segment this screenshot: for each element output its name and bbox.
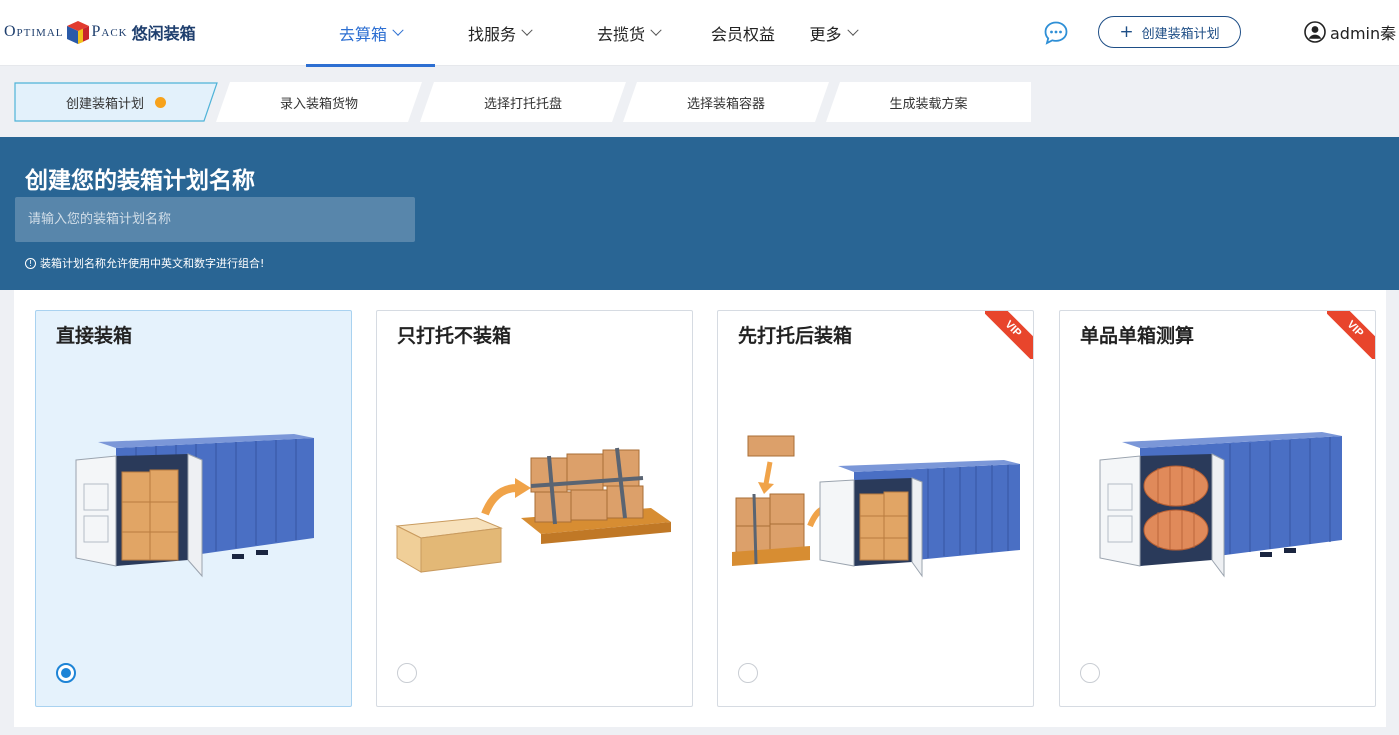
plan-name-banner: 创建您的装箱计划名称 ! 装箱计划名称允许使用中英文和数字进行组合! bbox=[0, 137, 1399, 290]
container-with-rolls-icon bbox=[1099, 432, 1342, 578]
mode-card-pallet-only[interactable]: 只打托不装箱 bbox=[376, 310, 693, 707]
nav-item-cargo[interactable]: 去揽货 bbox=[564, 0, 693, 66]
nav-item-label: 更多 bbox=[809, 25, 842, 44]
card-title: 直接装箱 bbox=[56, 325, 133, 347]
step-choose-pallet[interactable]: 选择打托托盘 bbox=[420, 82, 626, 122]
step-label: 生成装载方案 bbox=[889, 96, 968, 112]
user-menu[interactable]: admin秦 bbox=[1304, 20, 1396, 44]
step-label: 选择装箱容器 bbox=[686, 96, 765, 112]
hint-text: 装箱计划名称允许使用中英文和数字进行组合! bbox=[40, 257, 265, 270]
step-enter-cargo[interactable]: 录入装箱货物 bbox=[216, 82, 422, 122]
nav-item-label: 会员权益 bbox=[710, 25, 775, 44]
chevron-down-icon bbox=[392, 24, 404, 36]
step-label: 录入装箱货物 bbox=[279, 96, 358, 112]
step-create-plan[interactable]: 创建装箱计划 bbox=[14, 82, 218, 122]
card-radio[interactable] bbox=[1080, 663, 1100, 683]
step-choose-container[interactable]: 选择装箱容器 bbox=[623, 82, 829, 122]
plan-name-input[interactable] bbox=[15, 197, 415, 242]
pallet-to-container-icon bbox=[732, 435, 1020, 578]
card-radio[interactable] bbox=[56, 663, 76, 683]
mode-card-pallet-then-container[interactable]: 先打托后装箱 VIP bbox=[717, 310, 1034, 707]
mode-card-single-item[interactable]: 单品单箱测算 VIP bbox=[1059, 310, 1376, 707]
vip-ribbon: VIP bbox=[1327, 311, 1375, 359]
current-step-dot bbox=[155, 96, 166, 108]
card-radio[interactable] bbox=[738, 663, 758, 683]
nav-item-label: 去算箱 bbox=[338, 25, 387, 44]
chat-bubble-icon[interactable] bbox=[1043, 20, 1069, 46]
container-with-boxes-icon bbox=[75, 434, 314, 578]
box-to-pallet-icon bbox=[395, 447, 671, 573]
logo-word-pack: Pack bbox=[91, 23, 128, 40]
info-icon: ! bbox=[25, 257, 36, 269]
logo-word-optimal: Optimal bbox=[4, 23, 64, 40]
logo-chinese-name: 悠闲装箱 bbox=[131, 24, 196, 43]
plan-name-hint: ! 装箱计划名称允许使用中英文和数字进行组合! bbox=[25, 255, 264, 271]
vip-ribbon: VIP bbox=[985, 311, 1033, 359]
step-label: 选择打托托盘 bbox=[483, 96, 562, 112]
nav-item-label: 去揽货 bbox=[596, 25, 645, 44]
banner-title: 创建您的装箱计划名称 bbox=[25, 168, 255, 194]
nav-item-services[interactable]: 找服务 bbox=[435, 0, 564, 66]
card-radio[interactable] bbox=[397, 663, 417, 683]
vip-label: VIP bbox=[1344, 318, 1366, 340]
brand-logo[interactable]: Optimal Pack 悠闲装箱 bbox=[4, 16, 196, 48]
card-title: 只打托不装箱 bbox=[397, 325, 512, 347]
main-nav: 去算箱 找服务 去揽货 会员权益 更多 bbox=[306, 0, 873, 67]
plus-icon: + bbox=[1119, 21, 1134, 42]
logo-cube-icon bbox=[66, 21, 89, 44]
top-navigation-bar: Optimal Pack 悠闲装箱 去算箱 找服务 去揽货 会员权益 更多 + bbox=[0, 0, 1399, 67]
nav-item-membership[interactable]: 会员权益 bbox=[693, 0, 793, 66]
step-generate-plan[interactable]: 生成装载方案 bbox=[826, 82, 1031, 122]
create-plan-label: 创建装箱计划 bbox=[1141, 26, 1220, 42]
username: admin秦 bbox=[1330, 24, 1397, 43]
chevron-down-icon bbox=[521, 24, 533, 36]
chevron-down-icon bbox=[846, 24, 859, 36]
vip-label: VIP bbox=[1002, 318, 1024, 340]
nav-item-calculate[interactable]: 去算箱 bbox=[306, 0, 435, 67]
chevron-down-icon bbox=[650, 24, 662, 36]
nav-item-label: 找服务 bbox=[467, 25, 516, 44]
mode-card-direct[interactable]: 直接装箱 bbox=[35, 310, 352, 707]
nav-item-more[interactable]: 更多 bbox=[793, 0, 873, 66]
card-title: 先打托后装箱 bbox=[738, 325, 853, 347]
user-avatar-icon bbox=[1304, 21, 1326, 43]
create-plan-button[interactable]: + 创建装箱计划 bbox=[1098, 16, 1241, 48]
card-title: 单品单箱测算 bbox=[1080, 325, 1195, 347]
step-label: 创建装箱计划 bbox=[65, 96, 144, 112]
